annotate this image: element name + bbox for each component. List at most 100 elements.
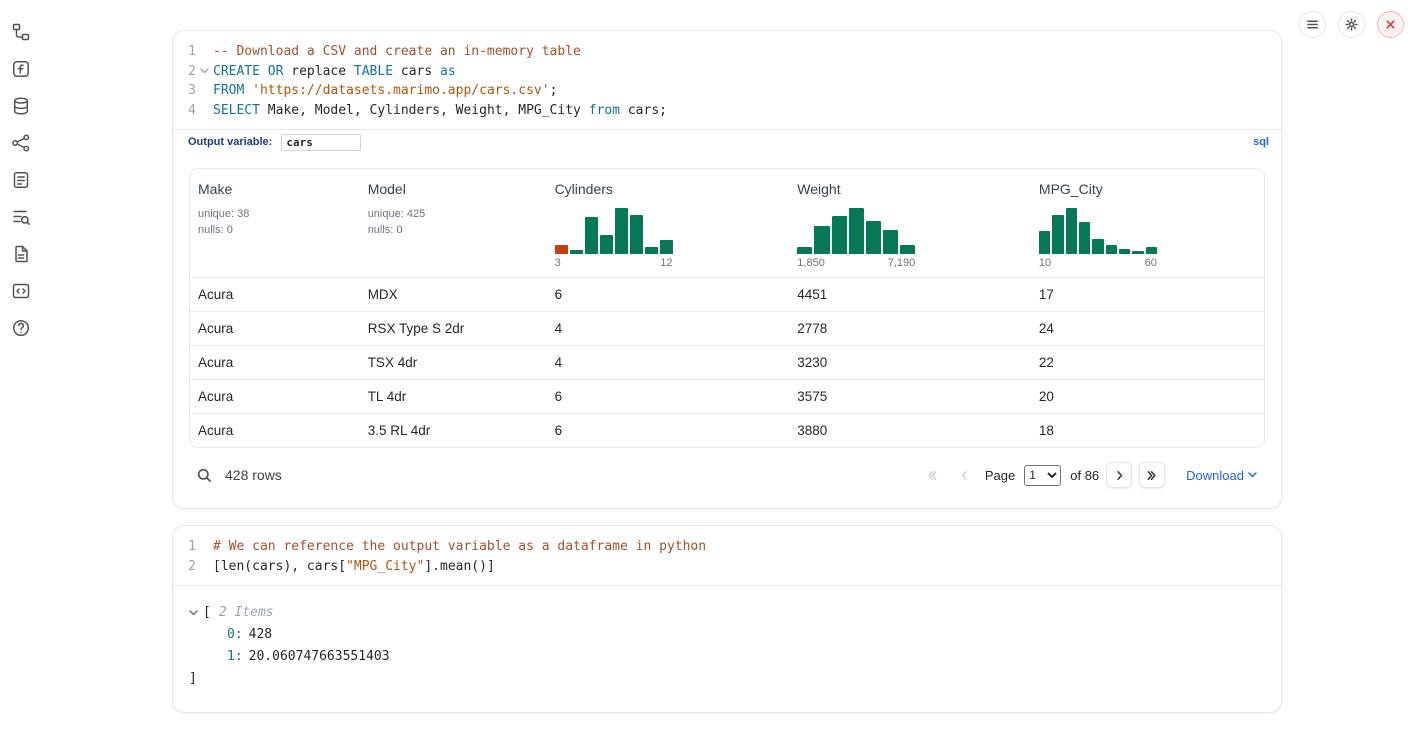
gear-icon[interactable] [1338,11,1365,38]
table-footer: 428 rows Page 1 of 86 [189,460,1265,490]
table-cell: 24 [1031,312,1264,345]
help-icon[interactable] [9,316,33,340]
code-line-text[interactable]: SELECT Make, Model, Cylinders, Weight, M… [213,101,667,121]
first-page-button[interactable] [919,462,945,488]
column-header[interactable]: Weight1,8507,190 [789,169,1031,277]
table-cell: RSX Type S 2dr [360,312,547,345]
histogram[interactable] [1039,206,1157,254]
table-cell: Acura [190,414,360,447]
code-line-text[interactable]: # We can reference the output variable a… [213,537,706,557]
histogram-bar [849,208,864,254]
histogram-bar [900,245,915,254]
download-button[interactable]: Download [1186,468,1257,483]
fold-chevron-icon[interactable] [196,62,213,82]
output-variable-input[interactable] [281,134,361,151]
previous-page-button[interactable] [952,462,978,488]
download-label: Download [1186,468,1244,483]
sql-code-editor[interactable]: 1-- Download a CSV and create an in-memo… [173,31,1281,129]
page-select[interactable]: 1 [1024,465,1061,486]
close-icon[interactable] [1377,11,1404,38]
row-count: 428 rows [225,467,282,483]
code-line-text[interactable]: -- Download a CSV and create an in-memor… [213,42,581,62]
table-footer-left: 428 rows [197,467,282,483]
histogram-bar [1066,208,1077,254]
histogram-bar [866,221,881,254]
code-token: CREATE [213,64,260,79]
code-token: cars [393,64,440,79]
line-number: 1 [173,537,196,557]
scratchpad-icon[interactable] [9,168,33,192]
column-header[interactable]: Cylinders312 [547,169,790,277]
line-number: 3 [173,81,196,101]
stat-value: unique: 425 [368,206,539,222]
table-row[interactable]: Acura3.5 RL 4dr6388018 [190,413,1264,447]
topbar-actions [1299,11,1404,38]
table-cell: 3575 [789,380,1031,413]
histogram-bar [600,235,613,254]
code-token [244,83,252,98]
line-number: 2 [173,62,196,82]
histogram-bar [570,250,583,254]
table-cell: Acura [190,346,360,379]
page-total-label: of 86 [1070,468,1099,483]
code-token: "MPG_City" [346,559,424,574]
column-header[interactable]: MPG_City1060 [1031,169,1264,277]
histogram[interactable] [555,206,673,254]
histogram-bar [1119,249,1130,254]
table-cell: 22 [1031,346,1264,379]
histogram[interactable] [797,206,915,254]
column-name: Model [368,181,539,197]
search-icon[interactable] [197,468,212,483]
code-line: 4SELECT Make, Model, Cylinders, Weight, … [173,101,1267,121]
histogram-bar [585,217,598,254]
table-cell: MDX [360,278,547,311]
function-icon[interactable] [9,57,33,81]
code-line-text[interactable]: CREATE OR replace TABLE cars as [213,62,456,82]
column-histogram: 312 [555,206,673,269]
document-icon[interactable] [9,242,33,266]
code-line-text[interactable]: [len(cars), cars["MPG_City"].mean()] [213,557,495,577]
table-cell: 4451 [789,278,1031,311]
logs-search-icon[interactable] [9,205,33,229]
table-row[interactable]: AcuraTL 4dr6357520 [190,379,1264,413]
histogram-axis: 1,8507,190 [797,257,915,269]
python-cell: 1 # We can reference the output variable … [172,525,1282,713]
python-code-editor[interactable]: 1 # We can reference the output variable … [173,526,1281,585]
code-token: OR [268,64,284,79]
table-cell: 6 [547,278,790,311]
column-header[interactable]: Modelunique: 425nulls: 0 [360,169,547,277]
database-icon[interactable] [9,94,33,118]
items-count: 2 Items [219,602,274,624]
snippets-icon[interactable] [9,279,33,303]
sql-cell: 1 -- Download a CSV and create an in-memo… [172,30,1282,509]
column-header[interactable]: Makeunique: 38nulls: 0 [190,169,360,277]
dependency-graph-icon[interactable] [9,131,33,155]
left-toolbar [8,20,34,340]
next-page-button[interactable] [1106,462,1132,488]
last-page-button[interactable] [1139,462,1165,488]
table-row[interactable]: AcuraTSX 4dr4323022 [190,345,1264,379]
fold-spacer [196,557,213,577]
table-row[interactable]: AcuraRSX Type S 2dr4277824 [190,311,1264,345]
code-line: 1-- Download a CSV and create an in-memo… [173,42,1267,62]
pagination: Page 1 of 86 Download [919,462,1257,488]
cell-gap [172,509,1282,525]
histogram-bar [615,208,628,254]
code-token: ].mean()] [424,559,494,574]
collapse-chevron-icon[interactable] [189,610,198,616]
histogram-bar [1132,251,1143,254]
page-label: Page [985,468,1015,483]
hamburger-menu-icon[interactable] [1299,11,1326,38]
table-cell: TL 4dr [360,380,547,413]
bracket-close: ] [189,668,1265,690]
code-token: SELECT [213,103,260,118]
output-variable-row: Output variable: sql [173,129,1281,154]
axis-max-label: 7,190 [888,257,916,269]
table-cell: 6 [547,414,790,447]
table-row[interactable]: AcuraMDX6445117 [190,277,1264,311]
histogram-bar [555,245,568,254]
code-line-text[interactable]: FROM 'https://datasets.marimo.app/cars.c… [213,81,557,101]
code-token: from [589,103,620,118]
file-tree-icon[interactable] [9,20,33,44]
column-name: Make [198,181,352,197]
